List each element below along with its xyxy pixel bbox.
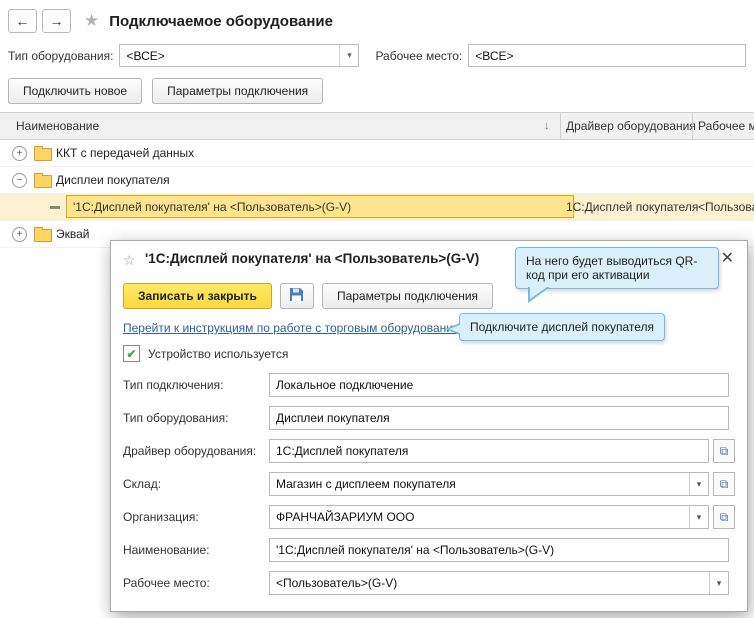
device-name: '1С:Дисплей покупателя' на <Пользователь…: [73, 199, 352, 214]
organization-input[interactable]: ФРАНЧАЙЗАРИУМ ООО ▾: [269, 505, 709, 529]
connection-params-button[interactable]: Параметры подключения: [152, 78, 324, 104]
collapse-minus-icon[interactable]: −: [12, 173, 27, 188]
connection-type-input[interactable]: Локальное подключение: [269, 373, 729, 397]
selected-name-cell[interactable]: '1С:Дисплей покупателя' на <Пользователь…: [66, 195, 574, 218]
check-icon: ✔: [126, 346, 137, 361]
field-value: Дисплеи покупателя: [276, 411, 390, 425]
workplace-value: <ВСЕ>: [475, 49, 514, 63]
folder-icon: [34, 227, 52, 242]
field-equipment-type: Тип оборудования: Дисплеи покупателя: [123, 406, 735, 430]
callout-connect-display: Подключите дисплей покупателя: [444, 313, 666, 341]
field-value: Локальное подключение: [276, 378, 414, 392]
folder-icon: [34, 173, 52, 188]
field-label: Драйвер оборудования:: [123, 444, 257, 458]
filter-row: Тип оборудования: <ВСЕ> ▾ Рабочее место:…: [8, 44, 746, 67]
folder-icon: [34, 146, 52, 161]
warehouse-input[interactable]: Магазин с дисплеем покупателя ▾: [269, 472, 709, 496]
expand-plus-icon[interactable]: +: [12, 227, 27, 242]
checkbox-label: Устройство используется: [148, 346, 289, 361]
equipment-type-input[interactable]: Дисплеи покупателя: [269, 406, 729, 430]
table-row[interactable]: − Дисплеи покупателя: [0, 167, 754, 194]
checkbox-box[interactable]: ✔: [123, 345, 140, 362]
page-title: Подключаемое оборудование: [109, 12, 333, 30]
field-label: Наименование:: [123, 543, 210, 557]
open-icon[interactable]: ⧉: [713, 505, 735, 529]
save-button[interactable]: [279, 283, 314, 309]
field-value: '1С:Дисплей покупателя' на <Пользователь…: [276, 543, 555, 557]
col-header-workplace[interactable]: Рабочее место: [698, 113, 754, 139]
dialog-connection-params-button[interactable]: Параметры подключения: [321, 283, 494, 309]
field-label: Тип подключения:: [123, 378, 224, 392]
forward-button[interactable]: →: [42, 9, 71, 33]
device-dialog: ☆ '1С:Дисплей покупателя' на <Пользовате…: [110, 240, 748, 612]
field-driver: Драйвер оборудования: 1С:Дисплей покупат…: [123, 439, 735, 463]
workplace-input[interactable]: <Пользователь>(G-V) ▾: [269, 571, 729, 595]
workplace-select[interactable]: <ВСЕ>: [468, 44, 746, 67]
save-and-close-button[interactable]: Записать и закрыть: [123, 283, 272, 309]
field-label: Тип оборудования:: [123, 411, 229, 425]
workplace-label: Рабочее место:: [375, 48, 463, 63]
name-input[interactable]: '1С:Дисплей покупателя' на <Пользователь…: [269, 538, 729, 562]
dialog-title: '1С:Дисплей покупателя' на <Пользователь…: [145, 251, 480, 266]
col-header-name[interactable]: Наименование: [16, 113, 99, 139]
equipment-type-select[interactable]: <ВСЕ> ▾: [119, 44, 360, 67]
table-header: Наименование ↓ Драйвер оборудования Рабо…: [0, 112, 754, 140]
field-value: Магазин с дисплеем покупателя: [276, 477, 456, 491]
favorite-star-icon[interactable]: ☆: [123, 252, 136, 269]
open-icon[interactable]: ⧉: [713, 472, 735, 496]
group-name[interactable]: Эквай: [56, 221, 90, 247]
column-divider[interactable]: [692, 113, 693, 139]
device-item-icon: [50, 206, 60, 209]
field-organization: Организация: ФРАНЧАЙЗАРИУМ ООО ▾ ⧉: [123, 505, 735, 529]
table-row[interactable]: + ККТ с передачей данных: [0, 140, 754, 167]
toolbar: Подключить новое Параметры подключения: [8, 78, 324, 104]
group-name[interactable]: ККТ с передачей данных: [56, 140, 194, 166]
column-divider[interactable]: [560, 113, 561, 139]
equipment-table: Наименование ↓ Драйвер оборудования Рабо…: [0, 112, 754, 248]
equipment-type-value: <ВСЕ>: [126, 49, 165, 63]
expand-plus-icon[interactable]: +: [12, 146, 27, 161]
col-header-driver[interactable]: Драйвер оборудования: [566, 113, 696, 139]
field-workplace: Рабочее место: <Пользователь>(G-V) ▾: [123, 571, 735, 595]
window-header: ← → ★ Подключаемое оборудование: [8, 8, 746, 34]
equipment-type-label: Тип оборудования:: [8, 48, 114, 63]
driver-cell[interactable]: 1С:Дисплей покупателя: [566, 194, 698, 220]
field-value: 1С:Дисплей покупателя: [276, 444, 409, 458]
back-arrow-icon: ←: [15, 13, 30, 29]
forward-arrow-icon: →: [49, 13, 64, 29]
driver-input[interactable]: 1С:Дисплей покупателя: [269, 439, 709, 463]
instructions-link[interactable]: Перейти к инструкциям по работе с торгов…: [123, 321, 468, 335]
sort-desc-icon[interactable]: ↓: [544, 113, 550, 139]
table-row-selected[interactable]: '1С:Дисплей покупателя' на <Пользователь…: [0, 194, 754, 221]
workplace-cell[interactable]: <Пользователь>(G-V): [698, 194, 754, 220]
close-icon[interactable]: ✕: [721, 248, 734, 268]
dialog-toolbar: Записать и закрыть Параметры подключения: [123, 283, 494, 309]
back-button[interactable]: ←: [8, 9, 37, 33]
field-warehouse: Склад: Магазин с дисплеем покупателя ▾ ⧉: [123, 472, 735, 496]
callout-text: Подключите дисплей покупателя: [470, 320, 655, 334]
device-used-checkbox[interactable]: ✔ Устройство используется: [123, 345, 288, 362]
favorite-star-icon[interactable]: ★: [84, 11, 99, 31]
field-value: ФРАНЧАЙЗАРИУМ ООО: [276, 510, 415, 524]
chevron-down-icon[interactable]: ▾: [689, 473, 708, 495]
chevron-down-icon[interactable]: ▾: [709, 572, 728, 594]
field-name: Наименование: '1С:Дисплей покупателя' на…: [123, 538, 735, 562]
field-label: Склад:: [123, 477, 162, 491]
field-label: Организация:: [123, 510, 199, 524]
field-value: <Пользователь>(G-V): [276, 576, 398, 590]
group-name[interactable]: Дисплеи покупателя: [56, 167, 170, 193]
field-connection-type: Тип подключения: Локальное подключение: [123, 373, 735, 397]
chevron-down-icon[interactable]: ▾: [689, 506, 708, 528]
open-icon[interactable]: ⧉: [713, 439, 735, 463]
callout-text: На него будет выводиться QR-код при его …: [526, 254, 698, 282]
chevron-down-icon[interactable]: ▾: [339, 45, 358, 66]
save-floppy-icon: [289, 287, 304, 305]
field-label: Рабочее место:: [123, 576, 210, 590]
callout-qr-code: На него будет выводиться QR-код при его …: [515, 247, 719, 303]
connect-new-button[interactable]: Подключить новое: [8, 78, 143, 104]
